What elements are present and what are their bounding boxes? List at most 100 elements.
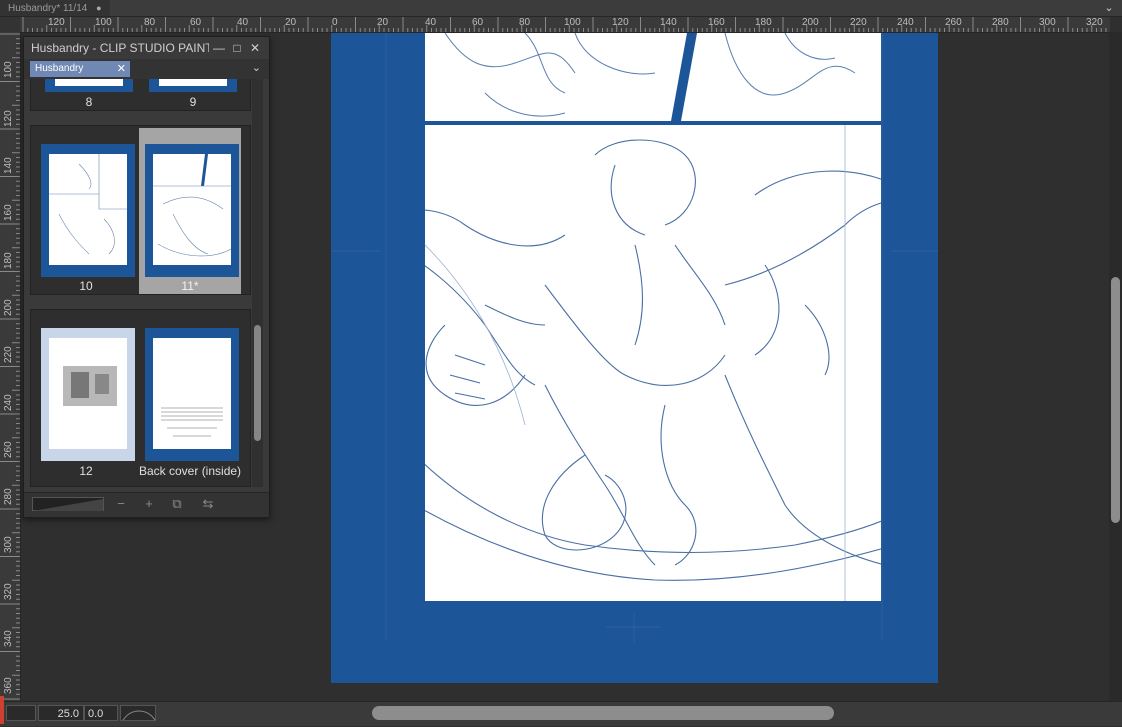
page-number: 11* bbox=[181, 279, 199, 293]
page-thumb-back-cover[interactable]: Back cover (inside) bbox=[139, 312, 241, 486]
h-tick-label: 20 bbox=[377, 17, 389, 28]
h-tick-label: 80 bbox=[519, 17, 531, 28]
thumb-art bbox=[161, 407, 223, 437]
vertical-scrollbar[interactable] bbox=[1109, 32, 1122, 702]
document-tab-title: Husbandry* 11/14 bbox=[8, 3, 88, 14]
h-tick-label: 320 bbox=[1086, 17, 1103, 28]
rotation-field[interactable]: 0.0 bbox=[84, 705, 118, 721]
spread-12-back-cover: 12 Back cover (inside) bbox=[30, 309, 251, 487]
thumb-art bbox=[63, 366, 117, 406]
h-tick-label: 40 bbox=[425, 17, 437, 28]
manga-page[interactable] bbox=[331, 32, 938, 683]
panel-menu-chevron-icon[interactable]: ⌄ bbox=[252, 61, 261, 74]
h-tick-label: 160 bbox=[708, 17, 725, 28]
spread-8-9: 8 9 bbox=[30, 79, 251, 111]
h-tick-label: 120 bbox=[612, 17, 629, 28]
page-thumb-8[interactable]: 8 bbox=[41, 79, 137, 110]
horizontal-scroll-thumb[interactable] bbox=[372, 706, 834, 720]
h-tick-label: 240 bbox=[897, 17, 914, 28]
vertical-ruler[interactable]: 100 120 140 160 180 200 220 240 260 280 … bbox=[0, 32, 21, 702]
page-settings-icon[interactable]: ⇆ bbox=[200, 496, 216, 512]
ruler-corner bbox=[0, 17, 20, 32]
thumb-paper bbox=[159, 79, 227, 86]
maximize-button[interactable]: □ bbox=[230, 41, 244, 55]
panel-title: Husbandry - CLIP STUDIO PAINT Pag bbox=[31, 41, 209, 55]
thumb-paper bbox=[153, 154, 232, 265]
zoom-field[interactable]: 25.0 bbox=[38, 705, 84, 721]
h-tick-label: 140 bbox=[660, 17, 677, 28]
thumb-paper bbox=[153, 338, 231, 449]
thumb-paper bbox=[49, 338, 127, 449]
h-tick-label: 120 bbox=[48, 17, 65, 28]
v-tick-label: 200 bbox=[3, 299, 14, 316]
thumb-art bbox=[153, 154, 232, 257]
h-tick-label: 200 bbox=[802, 17, 819, 28]
thumb-sheet bbox=[149, 79, 237, 92]
h-tick-label: 100 bbox=[564, 17, 581, 28]
v-tick-label: 180 bbox=[3, 252, 14, 269]
page-thumbnail-list[interactable]: 8 9 10 11* 12 Back cover (inside) bbox=[30, 79, 252, 487]
page-thumb-12[interactable]: 12 bbox=[35, 312, 137, 486]
v-tick-label: 140 bbox=[3, 157, 14, 174]
page-number: 10 bbox=[79, 279, 93, 293]
h-tick-label: 260 bbox=[945, 17, 962, 28]
h-tick-label: 60 bbox=[472, 17, 484, 28]
panel-footer: − + ⧉ ⇆ bbox=[24, 492, 269, 517]
thumbnail-size-slider[interactable] bbox=[32, 497, 104, 511]
v-tick-label: 160 bbox=[3, 204, 14, 221]
h-tick-label: 80 bbox=[144, 17, 156, 28]
h-tick-label: 20 bbox=[285, 17, 297, 28]
v-tick-label: 300 bbox=[3, 536, 14, 553]
modified-indicator: ● bbox=[96, 3, 102, 13]
document-tab[interactable]: Husbandry* 11/14 ● bbox=[0, 0, 110, 16]
h-tick-label: 60 bbox=[190, 17, 202, 28]
page-number: 9 bbox=[189, 95, 197, 109]
h-tick-label: 100 bbox=[95, 17, 112, 28]
close-button[interactable]: ✕ bbox=[248, 41, 262, 55]
page-number: 8 bbox=[85, 95, 93, 109]
v-tick-label: 100 bbox=[3, 61, 14, 78]
panel-scrollbar[interactable] bbox=[252, 79, 263, 487]
thumb-paper bbox=[55, 79, 123, 86]
minus-icon[interactable]: − bbox=[113, 496, 129, 512]
active-indicator bbox=[0, 696, 4, 724]
page-thumb-9[interactable]: 9 bbox=[145, 79, 241, 110]
panel-tab-bar: Husbandry ✕ ⌄ bbox=[24, 59, 269, 79]
tab-husbandry[interactable]: Husbandry ✕ bbox=[30, 61, 130, 77]
plus-icon[interactable]: + bbox=[141, 496, 157, 512]
v-tick-label: 220 bbox=[3, 346, 14, 363]
chevron-down-icon[interactable]: ⌄ bbox=[1102, 1, 1116, 15]
page-thumb-10[interactable]: 10 bbox=[35, 128, 137, 294]
thumb-art bbox=[49, 154, 127, 255]
v-tick-label: 120 bbox=[3, 110, 14, 127]
page-thumb-11[interactable]: 11* bbox=[139, 128, 241, 294]
page-manager-panel[interactable]: Husbandry - CLIP STUDIO PAINT Pag — □ ✕ … bbox=[23, 36, 270, 518]
rotation-slider[interactable] bbox=[120, 705, 156, 721]
slider-wedge-icon bbox=[33, 499, 103, 511]
page-number: 12 bbox=[79, 464, 93, 478]
crop-marks bbox=[331, 33, 938, 643]
thumb-sheet bbox=[45, 79, 133, 92]
h-tick-label: 180 bbox=[755, 17, 772, 28]
minimize-button[interactable]: — bbox=[212, 41, 226, 55]
vertical-ruler-ticks bbox=[0, 33, 20, 700]
horizontal-ruler[interactable]: 120 100 80 60 40 20 0 20 40 60 80 100 12… bbox=[20, 17, 1110, 33]
tab-close-icon[interactable]: ✕ bbox=[117, 61, 126, 77]
tab-label: Husbandry bbox=[35, 63, 84, 74]
h-tick-label: 280 bbox=[992, 17, 1009, 28]
spread-10-11: 10 11* bbox=[30, 125, 251, 295]
thumb-paper bbox=[49, 154, 127, 265]
page-number: Back cover (inside) bbox=[139, 464, 242, 478]
panel-scroll-thumb[interactable] bbox=[254, 325, 261, 441]
h-tick-label: 300 bbox=[1039, 17, 1056, 28]
zoom-slider[interactable] bbox=[6, 705, 36, 721]
v-tick-label: 360 bbox=[3, 677, 14, 694]
vertical-scroll-thumb[interactable] bbox=[1111, 277, 1120, 523]
h-tick-label: 0 bbox=[332, 17, 338, 28]
v-tick-label: 320 bbox=[3, 583, 14, 600]
thumb-sheet bbox=[41, 144, 135, 277]
duplicate-page-icon[interactable]: ⧉ bbox=[169, 496, 185, 512]
thumb-sheet bbox=[145, 144, 239, 277]
v-tick-label: 280 bbox=[3, 488, 14, 505]
v-tick-label: 240 bbox=[3, 394, 14, 411]
